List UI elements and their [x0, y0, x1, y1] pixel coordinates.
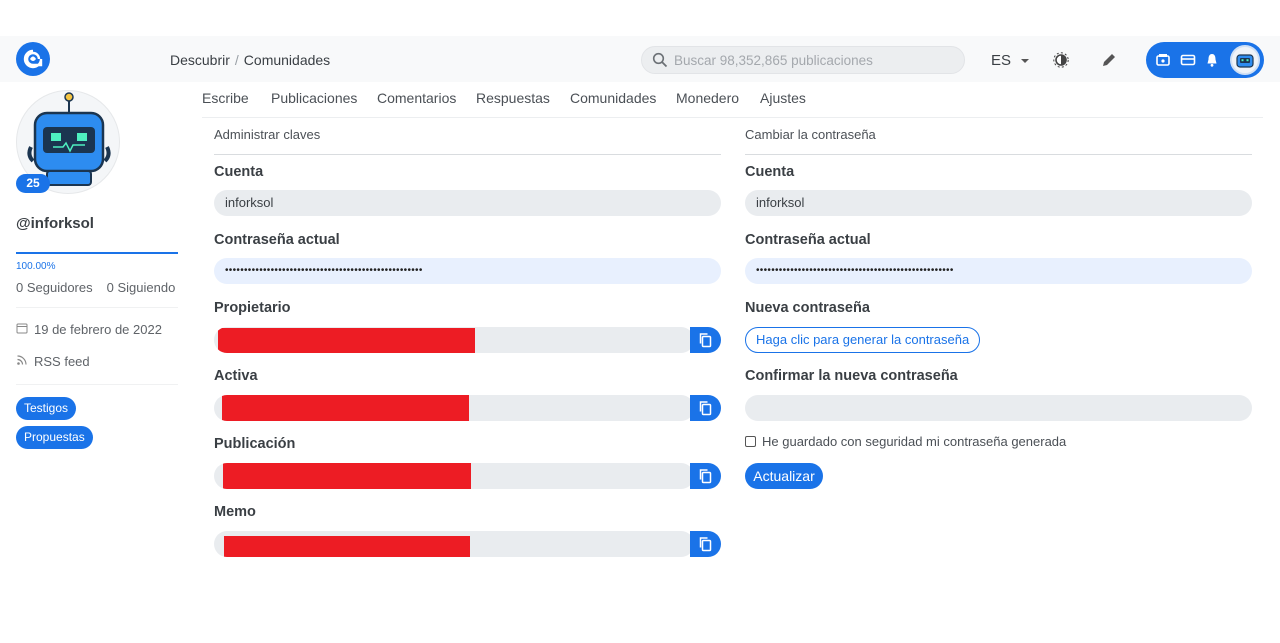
reputation-badge: 25: [16, 174, 50, 193]
logo-icon[interactable]: [16, 42, 50, 76]
posting-key-label: Publicación: [214, 436, 296, 452]
rss-feed[interactable]: RSS feed: [16, 354, 90, 369]
active-key-field[interactable]: [214, 395, 694, 421]
proposals-button[interactable]: Propuestas: [16, 426, 93, 449]
theme-toggle-icon[interactable]: [1052, 51, 1070, 69]
pencil-icon[interactable]: [1100, 51, 1118, 69]
cp-current-password-field[interactable]: ••••••••••••••••••••••••••••••••••••••••…: [745, 258, 1252, 284]
current-password-field[interactable]: ••••••••••••••••••••••••••••••••••••••••…: [214, 258, 721, 284]
manage-keys-title: Administrar claves: [214, 127, 321, 142]
account-label: Cuenta: [214, 164, 264, 180]
active-key-label: Activa: [214, 368, 258, 384]
wallet-icon[interactable]: [1155, 52, 1171, 68]
search-icon: [652, 52, 668, 68]
language-selector[interactable]: ES: [991, 52, 1030, 69]
confirm-password-field[interactable]: [745, 395, 1252, 421]
breadcrumb-separator: /: [234, 52, 239, 68]
copy-icon: [699, 401, 712, 416]
redaction-box: [223, 463, 471, 489]
saved-password-checkbox[interactable]: [745, 436, 756, 447]
voting-power-bar: [16, 252, 178, 254]
tab-replies[interactable]: Respuestas: [476, 90, 550, 106]
joined-date-text: 19 de febrero de 2022: [34, 322, 162, 337]
profile-username: @inforksol: [16, 215, 94, 232]
current-password-label: Contraseña actual: [214, 232, 340, 248]
tab-settings[interactable]: Ajustes: [760, 90, 806, 106]
memo-key-label: Memo: [214, 504, 256, 520]
following-count[interactable]: 0 Siguiendo: [107, 280, 176, 295]
cp-account-field[interactable]: inforksol: [745, 190, 1252, 216]
calendar-icon: [16, 323, 28, 334]
tab-posts[interactable]: Publicaciones: [271, 90, 357, 106]
redaction-box: [218, 328, 475, 353]
copy-active-key-button[interactable]: [690, 395, 721, 421]
panel-divider: [745, 154, 1252, 155]
tab-communities[interactable]: Comunidades: [570, 90, 656, 106]
saved-password-label: He guardado con seguridad mi contraseña …: [762, 434, 1067, 449]
cp-account-label: Cuenta: [745, 164, 795, 180]
saved-password-checkbox-row[interactable]: He guardado con seguridad mi contraseña …: [745, 434, 1066, 449]
copy-owner-key-button[interactable]: [690, 327, 721, 353]
joined-date: 19 de febrero de 2022: [16, 322, 162, 337]
copy-icon: [699, 333, 712, 348]
cp-current-password-label: Contraseña actual: [745, 232, 871, 248]
rss-icon: [17, 355, 27, 365]
tab-wallet[interactable]: Monedero: [676, 90, 739, 106]
witnesses-button[interactable]: Testigos: [16, 397, 77, 420]
change-password-title: Cambiar la contraseña: [745, 127, 876, 142]
tab-comments[interactable]: Comentarios: [377, 90, 456, 106]
search-input[interactable]: [674, 51, 954, 69]
tabs-divider: [202, 117, 1263, 118]
bell-icon[interactable]: [1204, 52, 1220, 68]
caret-down-icon: [1021, 59, 1030, 64]
user-avatar[interactable]: [1230, 45, 1260, 75]
card-icon[interactable]: [1180, 52, 1196, 68]
update-button[interactable]: Actualizar: [745, 463, 823, 489]
account-field[interactable]: inforksol: [214, 190, 721, 216]
search-bar[interactable]: [641, 46, 965, 74]
rss-label: RSS feed: [34, 354, 90, 369]
user-menu[interactable]: [1146, 42, 1264, 78]
sidebar-divider: [16, 384, 178, 385]
voting-power-text: 100.00%: [16, 261, 56, 272]
copy-icon: [699, 469, 712, 484]
generate-password-button[interactable]: Haga clic para generar la contraseña: [745, 327, 981, 353]
redaction-box: [224, 536, 470, 557]
breadcrumb-communities[interactable]: Comunidades: [244, 52, 330, 68]
follow-stats: 0 Seguidores 0 Siguiendo: [16, 280, 175, 295]
confirm-password-label: Confirmar la nueva contraseña: [745, 368, 958, 384]
copy-posting-key-button[interactable]: [690, 463, 721, 489]
tab-write[interactable]: Escribe: [202, 90, 249, 106]
followers-count[interactable]: 0 Seguidores: [16, 280, 93, 295]
copy-icon: [699, 537, 712, 552]
memo-key-field[interactable]: [214, 531, 694, 557]
sidebar-divider: [16, 307, 178, 308]
copy-memo-key-button[interactable]: [690, 531, 721, 557]
posting-key-field[interactable]: [214, 463, 694, 489]
owner-key-label: Propietario: [214, 300, 291, 316]
language-label: ES: [991, 52, 1012, 69]
new-password-label: Nueva contraseña: [745, 300, 870, 316]
breadcrumb: Descubrir / Comunidades: [170, 52, 330, 68]
panel-divider: [214, 154, 721, 155]
breadcrumb-discover[interactable]: Descubrir: [170, 52, 230, 68]
owner-key-field[interactable]: [214, 327, 694, 353]
redaction-box: [222, 395, 469, 421]
